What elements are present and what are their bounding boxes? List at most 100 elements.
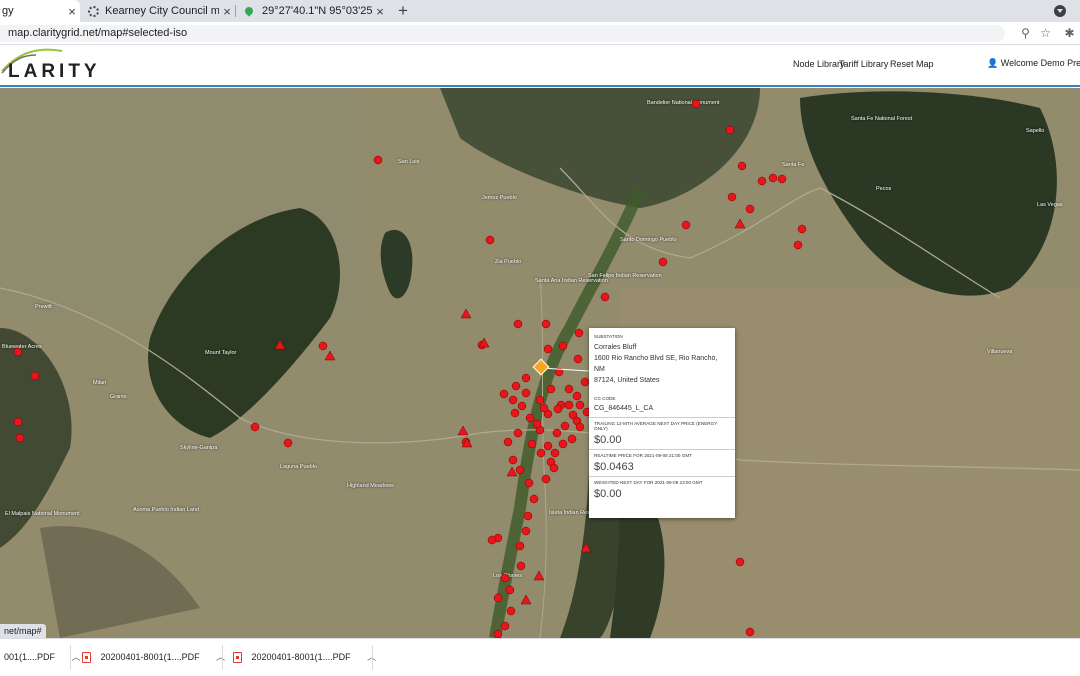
node-marker-circle[interactable] bbox=[727, 192, 737, 202]
tab-clarity[interactable]: gy × bbox=[0, 0, 80, 22]
node-marker-circle[interactable] bbox=[768, 173, 778, 183]
node-marker-circle[interactable] bbox=[515, 465, 525, 475]
node-marker-circle[interactable] bbox=[560, 421, 570, 431]
node-marker-circle[interactable] bbox=[797, 224, 807, 234]
download-item[interactable]: 20200401-8001(1....PDF ︿ bbox=[233, 639, 376, 676]
node-marker-circle[interactable] bbox=[318, 341, 328, 351]
node-marker-circle[interactable] bbox=[499, 389, 509, 399]
nav-reset-map[interactable]: Reset Map bbox=[890, 59, 934, 69]
node-marker-circle[interactable] bbox=[13, 417, 23, 427]
node-marker-circle[interactable] bbox=[510, 408, 520, 418]
close-icon[interactable]: × bbox=[64, 4, 80, 19]
tab-search-icon[interactable] bbox=[1054, 5, 1066, 17]
tab-google-maps[interactable]: 29°27'40.1"N 95°03'25.1"W - Go × bbox=[236, 0, 388, 22]
node-marker-circle[interactable] bbox=[580, 377, 590, 387]
node-marker-circle[interactable] bbox=[535, 395, 545, 405]
node-marker-circle[interactable] bbox=[516, 561, 526, 571]
zoom-icon[interactable]: ⚲ bbox=[1018, 26, 1033, 41]
node-marker-circle[interactable] bbox=[573, 354, 583, 364]
node-marker-circle[interactable] bbox=[532, 419, 542, 429]
node-marker-triangle[interactable] bbox=[460, 308, 472, 319]
chevron-up-icon[interactable]: ︿ bbox=[72, 639, 81, 676]
node-marker-triangle[interactable] bbox=[324, 350, 336, 361]
node-marker-circle[interactable] bbox=[552, 428, 562, 438]
node-marker-circle[interactable] bbox=[511, 381, 521, 391]
node-marker-circle[interactable] bbox=[575, 422, 585, 432]
node-marker-circle[interactable] bbox=[513, 319, 523, 329]
node-marker-circle[interactable] bbox=[250, 422, 260, 432]
node-marker-circle[interactable] bbox=[525, 413, 535, 423]
node-marker-circle[interactable] bbox=[558, 341, 568, 351]
node-marker-circle[interactable] bbox=[503, 437, 513, 447]
node-marker-circle[interactable] bbox=[574, 328, 584, 338]
node-marker-circle[interactable] bbox=[541, 474, 551, 484]
node-marker-circle[interactable] bbox=[373, 155, 383, 165]
node-marker-triangle[interactable] bbox=[274, 339, 286, 350]
node-marker-circle[interactable] bbox=[15, 433, 25, 443]
map-canvas[interactable]: San Luis Jemez Pueblo Zia Pueblo Santa Ana … bbox=[0, 88, 1080, 638]
node-marker-circle[interactable] bbox=[737, 161, 747, 171]
node-marker-circle[interactable] bbox=[793, 240, 803, 250]
node-marker-circle[interactable] bbox=[757, 176, 767, 186]
node-marker-circle[interactable] bbox=[735, 557, 745, 567]
node-marker-circle[interactable] bbox=[600, 292, 610, 302]
node-marker-circle[interactable] bbox=[500, 621, 510, 631]
node-marker-triangle[interactable] bbox=[457, 425, 469, 436]
node-marker-triangle[interactable] bbox=[734, 218, 746, 229]
node-marker-circle[interactable] bbox=[508, 455, 518, 465]
node-marker-circle[interactable] bbox=[505, 585, 515, 595]
download-item[interactable]: 20200401-8001(1....PDF ︿ bbox=[82, 639, 225, 676]
node-marker-circle[interactable] bbox=[536, 448, 546, 458]
node-marker-circle[interactable] bbox=[546, 384, 556, 394]
node-marker-circle[interactable] bbox=[745, 204, 755, 214]
node-marker-circle[interactable] bbox=[543, 441, 553, 451]
node-marker-circle[interactable] bbox=[541, 319, 551, 329]
node-marker-circle[interactable] bbox=[485, 235, 495, 245]
node-marker-circle[interactable] bbox=[564, 400, 574, 410]
node-marker-circle[interactable] bbox=[564, 384, 574, 394]
node-marker-circle[interactable] bbox=[493, 629, 503, 638]
node-marker-circle[interactable] bbox=[13, 347, 23, 357]
node-marker-circle[interactable] bbox=[517, 401, 527, 411]
node-marker-circle[interactable] bbox=[529, 494, 539, 504]
node-marker-circle[interactable] bbox=[508, 395, 518, 405]
chevron-up-icon[interactable]: ︿ bbox=[216, 639, 225, 676]
node-marker-circle[interactable] bbox=[527, 439, 537, 449]
nav-node-library[interactable]: Node Library bbox=[793, 59, 845, 69]
close-icon[interactable]: × bbox=[219, 4, 235, 19]
node-marker-triangle[interactable] bbox=[506, 466, 518, 477]
node-marker-circle[interactable] bbox=[691, 99, 701, 109]
node-marker-circle[interactable] bbox=[515, 541, 525, 551]
node-marker-triangle[interactable] bbox=[533, 570, 545, 581]
node-marker-circle[interactable] bbox=[553, 404, 563, 414]
bookmark-star-icon[interactable]: ☆ bbox=[1038, 26, 1053, 41]
nav-tariff-library[interactable]: Tariff Library bbox=[839, 59, 888, 69]
node-marker-circle[interactable] bbox=[558, 439, 568, 449]
node-marker-circle[interactable] bbox=[523, 511, 533, 521]
node-marker-triangle[interactable] bbox=[520, 594, 532, 605]
node-marker-circle[interactable] bbox=[567, 434, 577, 444]
node-marker-circle[interactable] bbox=[725, 125, 735, 135]
new-tab-button[interactable]: + bbox=[394, 0, 412, 22]
node-marker-circle[interactable] bbox=[283, 438, 293, 448]
node-marker-circle[interactable] bbox=[521, 526, 531, 536]
node-marker-circle[interactable] bbox=[493, 593, 503, 603]
node-marker-circle[interactable] bbox=[572, 391, 582, 401]
node-marker-circle[interactable] bbox=[506, 606, 516, 616]
clarity-logo[interactable]: LARITY bbox=[0, 45, 130, 85]
node-marker-circle[interactable] bbox=[524, 478, 534, 488]
user-menu[interactable]: 👤 Welcome Demo Premium ▾ bbox=[987, 58, 1080, 69]
node-marker-circle[interactable] bbox=[543, 344, 553, 354]
node-marker-circle[interactable] bbox=[521, 388, 531, 398]
tab-kearney[interactable]: Kearney City Council may sell la × bbox=[80, 0, 235, 22]
node-marker-circle[interactable] bbox=[550, 448, 560, 458]
node-marker-circle[interactable] bbox=[554, 367, 564, 377]
node-marker-circle[interactable] bbox=[658, 257, 668, 267]
node-marker-circle[interactable] bbox=[777, 174, 787, 184]
address-bar[interactable]: map.claritygrid.net/map#selected-iso bbox=[0, 25, 1005, 42]
node-marker-circle[interactable] bbox=[487, 535, 497, 545]
node-marker-triangle[interactable] bbox=[580, 542, 592, 553]
node-marker-circle[interactable] bbox=[745, 627, 755, 637]
node-marker-circle[interactable] bbox=[30, 371, 40, 381]
node-marker-circle[interactable] bbox=[539, 403, 549, 413]
